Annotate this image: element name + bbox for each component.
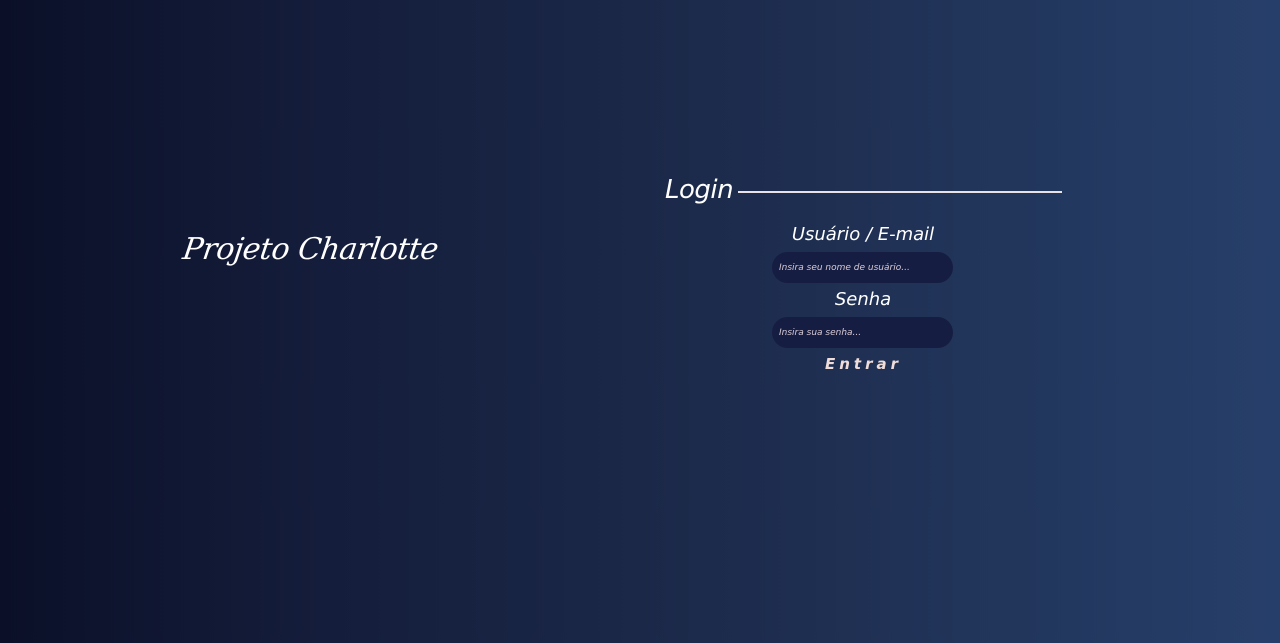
login-heading: Login (665, 172, 1062, 208)
login-form: Login Usuário / E-mail Senha Entrar (665, 172, 1065, 382)
username-input[interactable] (772, 252, 953, 283)
username-label: Usuário / E-mail (791, 224, 935, 245)
password-input[interactable] (772, 317, 953, 348)
password-label: Senha (834, 289, 892, 310)
login-title: Login (665, 175, 734, 205)
title-divider (738, 190, 1062, 193)
login-submit-button[interactable]: Entrar (773, 355, 954, 373)
brand-logo-text: Projeto Charlotte (180, 232, 441, 267)
